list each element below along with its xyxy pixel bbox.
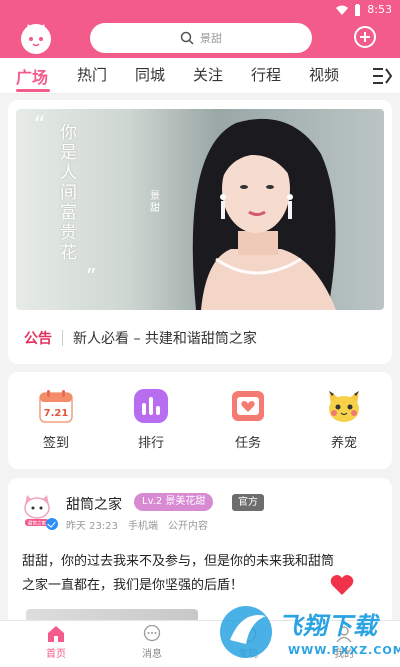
post-time: 昨天 23:23 (66, 521, 118, 532)
action-pets-label: 养宠 (330, 436, 357, 451)
banner-signature: 景甜 (150, 191, 160, 214)
announcement-text: 新人必看 – 共建和谐甜筒之家 (73, 331, 257, 347)
action-tasks-label: 任务 (234, 436, 261, 451)
category-tabs: 广场 热门 同城 关注 行程 视频 (0, 58, 400, 94)
add-post-button[interactable] (354, 26, 376, 48)
post-visibility: 公开内容 (168, 521, 208, 532)
banner-calligraphy: 你是人间富贵花 (60, 123, 77, 263)
action-checkin[interactable]: 7.21 签到 (26, 388, 86, 451)
ranking-icon (134, 389, 168, 423)
battery-icon (355, 3, 361, 16)
nav-messages[interactable]: 消息 (122, 625, 182, 660)
active-tab-indicator (16, 89, 50, 92)
watermark: 飞翔下载 WWW.FXXZ.COM (216, 600, 400, 664)
search-placeholder: 景甜 (200, 32, 222, 45)
search-icon (180, 31, 194, 45)
calendar-date-text: 7.21 (44, 408, 69, 419)
search-input[interactable]: 景甜 (90, 23, 312, 53)
cat-logo-icon[interactable] (18, 22, 54, 54)
tab-hot[interactable]: 热门 (77, 64, 107, 85)
task-icon (232, 391, 264, 421)
pet-icon (329, 391, 359, 422)
quick-actions: 7.21 签到 排行 任务 养宠 (8, 372, 392, 469)
tab-square[interactable]: 广场 (16, 64, 48, 88)
nav-home-label: 首页 (46, 649, 66, 660)
action-checkin-label: 签到 (42, 436, 69, 451)
watermark-url: WWW.FXXZ.COM (288, 644, 400, 657)
post-body[interactable]: 甜甜，你的过去我来不及参与，但是你的未来我和甜筒之家一直都在，我们是你坚强的后盾… (22, 550, 342, 598)
action-tasks[interactable]: 任务 (218, 388, 278, 451)
status-icons: 8:53 (336, 3, 392, 16)
banner-quote-open: “ (34, 113, 46, 138)
action-ranking-label: 排行 (137, 436, 164, 451)
verified-icon (46, 518, 58, 530)
message-icon (143, 625, 161, 642)
official-badge: 官方 (232, 494, 264, 511)
calendar-icon: 7.21 (39, 390, 73, 423)
tab-schedule[interactable]: 行程 (251, 64, 281, 85)
nav-messages-label: 消息 (142, 649, 162, 660)
status-time: 8:53 (367, 3, 392, 16)
heart-icon (330, 575, 354, 595)
menu-more-icon[interactable] (372, 67, 394, 85)
avatar-caption: 甜筒之家 (28, 520, 46, 527)
banner-card: “ 你是人间富贵花 ” 景甜 公告 新人必看 – 共建和谐甜筒之家 (8, 100, 392, 364)
announcement[interactable]: 公告 新人必看 – 共建和谐甜筒之家 (24, 328, 257, 348)
home-icon (48, 626, 64, 642)
announcement-divider (62, 330, 63, 346)
wifi-icon (336, 5, 349, 15)
header: 景甜 (0, 20, 400, 58)
post-username[interactable]: 甜筒之家 (66, 494, 122, 514)
banner-quote-close: ” (86, 264, 97, 288)
nav-home[interactable]: 首页 (26, 625, 86, 660)
post-meta: 昨天 23:23 手机端 公开内容 (66, 517, 208, 532)
tab-following[interactable]: 关注 (193, 64, 223, 85)
action-ranking[interactable]: 排行 (121, 388, 181, 451)
level-badge: Lv.2 景美花甜 (134, 493, 214, 511)
watermark-logo-icon (220, 606, 272, 658)
tab-video[interactable]: 视频 (309, 64, 339, 85)
announcement-tag: 公告 (24, 331, 52, 347)
banner-image[interactable]: “ 你是人间富贵花 ” 景甜 (16, 109, 384, 310)
action-pets[interactable]: 养宠 (314, 388, 374, 451)
watermark-title: 飞翔下载 (278, 612, 378, 640)
post-device: 手机端 (128, 521, 158, 532)
status-bar: 8:53 (0, 0, 400, 20)
tab-local[interactable]: 同城 (135, 64, 165, 85)
